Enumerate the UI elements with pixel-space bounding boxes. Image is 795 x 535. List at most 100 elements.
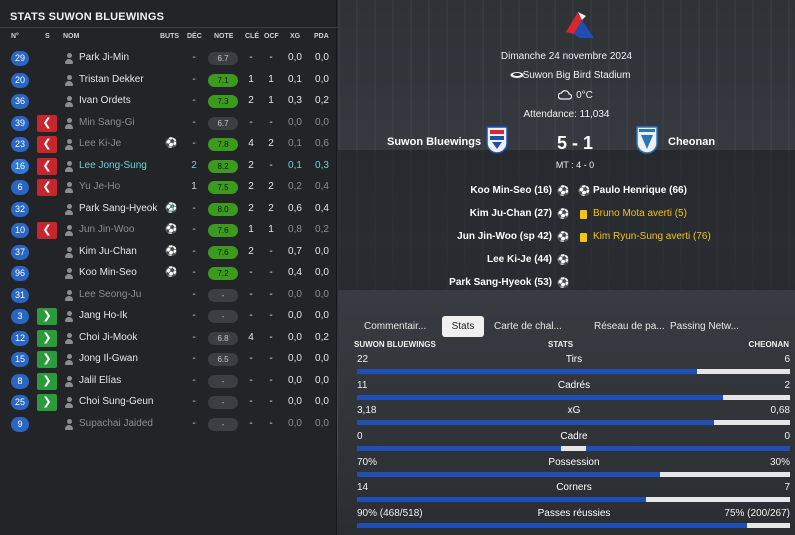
player-row[interactable]: 3 ❯ Jang Ho-Ik - - - -0,0 0,0 <box>0 306 337 328</box>
goal-ball-icon: ⚽ <box>557 255 570 266</box>
stat-away-fill <box>586 446 790 452</box>
away-booking-event[interactable]: Bruno Mota averti (5) <box>593 208 687 219</box>
shirt-number-badge: 12 <box>11 330 29 346</box>
player-name[interactable]: Supachai Jaided <box>79 418 153 429</box>
shirt-number-badge: 31 <box>11 287 29 303</box>
player-name[interactable]: Lee Ki-Je <box>79 138 121 149</box>
player-row[interactable]: 25 ❯ Choi Sung-Geun - - - -0,0 0,0 <box>0 392 337 414</box>
events-background <box>338 150 795 290</box>
match-date: Dimanche 24 novembre 2024 <box>500 51 633 62</box>
xg-value: 0,2 <box>288 181 302 192</box>
key-passes-value: - <box>249 417 253 429</box>
stat-away-fill <box>767 394 790 400</box>
rating-badge: - <box>208 374 238 388</box>
away-booking-event[interactable]: Kim Ryun-Sung averti (76) <box>593 231 711 242</box>
player-row[interactable]: 96 Koo Min-Seo ⚽ -7.2- -0,4 0,0 <box>0 263 337 285</box>
away-team-name[interactable]: Cheonan <box>668 136 715 148</box>
tab-commentary[interactable]: Commentair... <box>364 316 434 337</box>
player-name[interactable]: Kim Ju-Chan <box>79 246 137 257</box>
player-row[interactable]: 37 Kim Ju-Chan ⚽ -7.6 2-0,7 0,0 <box>0 242 337 264</box>
player-row[interactable]: 9 Supachai Jaided - - - -0,0 0,0 <box>0 414 337 436</box>
chances-created-value: - <box>269 353 273 364</box>
header-num[interactable]: N° <box>11 33 19 40</box>
header-buts[interactable]: BUTS <box>160 33 179 40</box>
player-name[interactable]: Park Sang-Hyeok <box>79 203 157 214</box>
assists-value: - <box>192 310 196 321</box>
player-row[interactable]: 32 Park Sang-Hyeok ⚽ 1-8.0 2 2 0,6 0,4 <box>0 199 337 221</box>
chances-created-value: - <box>269 159 273 171</box>
away-goal-event[interactable]: Paulo Henrique (66) <box>593 185 687 196</box>
pda-value: 0,0 <box>315 52 329 63</box>
rating-badge: 7.5 <box>208 181 238 194</box>
player-row[interactable]: 15 ❯ Jong Il-Gwan -6.5- -0,0 0,0 <box>0 349 337 371</box>
away-team-crest[interactable] <box>635 125 659 157</box>
player-row[interactable]: 20 Tristan Dekker -7.1 1 1 0,1 0,0 <box>0 70 337 92</box>
header-cle[interactable]: CLÉ <box>245 33 259 40</box>
player-row[interactable]: 6 ❮ Yu Je-Ho 1 7.5 2 2 0,2 0,4 <box>0 177 337 199</box>
shirt-number-badge: 3 <box>11 309 29 324</box>
player-name[interactable]: Ivan Ordets <box>79 95 131 106</box>
player-name[interactable]: Lee Jong-Sung <box>79 160 147 171</box>
player-row[interactable]: 23 ❮ Lee Ki-Je ⚽ - 7.8 4 2 0,1 0,6 <box>0 134 337 156</box>
rating-badge: 6.5 <box>208 353 238 366</box>
stat-row: 14 Corners 7 <box>354 480 795 506</box>
player-name[interactable]: Park Ji-Min <box>79 52 129 63</box>
player-name[interactable]: Lee Seong-Ju <box>79 289 141 300</box>
player-icon <box>64 418 74 430</box>
stat-home-value: 0 <box>357 431 363 443</box>
player-row[interactable]: 16 ❮ Lee Jong-Sung 2 8.2 2 - 0,1 0,3 <box>0 156 337 178</box>
player-row[interactable]: 12 ❯ Choi Ji-Mook -6.8 4-0,0 0,2 <box>0 328 337 350</box>
player-row[interactable]: 31 Lee Seong-Ju - - - -0,0 0,0 <box>0 285 337 307</box>
player-icon <box>64 332 74 344</box>
home-goal-event[interactable]: Lee Ki-Je (44) <box>487 254 552 265</box>
header-nom[interactable]: NOM <box>63 33 79 40</box>
assists-value: - <box>192 116 196 128</box>
home-team-name[interactable]: Suwon Bluewings <box>387 136 481 148</box>
player-row[interactable]: 39 ❮ Min Sang-Gi -6.7- -0,0 0,0 <box>0 113 337 135</box>
player-name[interactable]: Jalil Elías <box>79 375 121 386</box>
home-team-crest[interactable] <box>485 125 509 157</box>
stat-home-fill <box>357 394 723 400</box>
stat-home-fill <box>357 471 660 477</box>
player-name[interactable]: Choi Sung-Geun <box>79 396 154 407</box>
player-name[interactable]: Jun Jin-Woo <box>79 224 134 235</box>
shirt-number-badge: 23 <box>11 137 29 152</box>
header-ocf[interactable]: OCF <box>264 33 279 40</box>
pda-value: 0,0 <box>315 310 329 321</box>
home-goal-event[interactable]: Koo Min-Seo (16) <box>470 185 552 196</box>
substituted-on-icon: ❯ <box>37 372 57 390</box>
header-s[interactable]: S <box>45 33 50 40</box>
match-panel: Dimanche 24 novembre 2024 Suwon Big Bird… <box>338 0 795 535</box>
player-name[interactable]: Yu Je-Ho <box>79 181 120 192</box>
player-name[interactable]: Tristan Dekker <box>79 74 144 85</box>
stat-label: xG <box>567 405 581 417</box>
header-dec[interactable]: DÉC <box>187 33 202 40</box>
stats-table-header: N° S NOM BUTS DÉC NOTE CLÉ OCF XG PDA <box>0 33 337 45</box>
tab-heat-map[interactable]: Carte de chal... <box>494 316 584 337</box>
player-icon <box>64 203 74 215</box>
header-note[interactable]: NOTE <box>214 33 233 40</box>
player-row[interactable]: 8 ❯ Jalil Elías - - - -0,0 0,0 <box>0 371 337 393</box>
home-goal-event[interactable]: Park Sang-Hyeok (53) <box>449 277 552 288</box>
player-name[interactable]: Jong Il-Gwan <box>79 353 138 364</box>
panel-title: STATS SUWON BLUEWINGS <box>10 11 165 23</box>
header-xg[interactable]: XG <box>290 33 300 40</box>
home-goal-event[interactable]: Jun Jin-Woo (sp 42) <box>457 231 552 242</box>
substituted-off-icon: ❮ <box>37 179 57 196</box>
home-goal-event[interactable]: Kim Ju-Chan (27) <box>470 208 552 219</box>
player-name[interactable]: Jang Ho-Ik <box>79 310 127 321</box>
player-row[interactable]: 36 Ivan Ordets - 7.3 2 1 0,3 0,2 <box>0 91 337 113</box>
substituted-off-icon: ❮ <box>37 114 57 132</box>
goal-ball-icon: ⚽ <box>557 209 570 220</box>
player-row[interactable]: 10 ❮ Jun Jin-Woo ⚽ - 7.6 1 1 0,8 0,2 <box>0 220 337 242</box>
player-name[interactable]: Koo Min-Seo <box>79 267 137 278</box>
tab-passing-network[interactable]: Passing Netw... <box>670 316 746 337</box>
chances-created-value: - <box>269 310 273 321</box>
player-name[interactable]: Min Sang-Gi <box>79 117 135 128</box>
tab-pass-network-fr[interactable]: Réseau de pa... <box>594 316 665 337</box>
player-row[interactable]: 29 Park Ji-Min -6.7- -0,0 0,0 <box>0 48 337 70</box>
header-pda[interactable]: PDA <box>314 33 329 40</box>
player-name[interactable]: Choi Ji-Mook <box>79 332 137 343</box>
tab-stats[interactable]: Stats <box>442 316 484 337</box>
key-passes-value: 2 <box>248 202 254 214</box>
